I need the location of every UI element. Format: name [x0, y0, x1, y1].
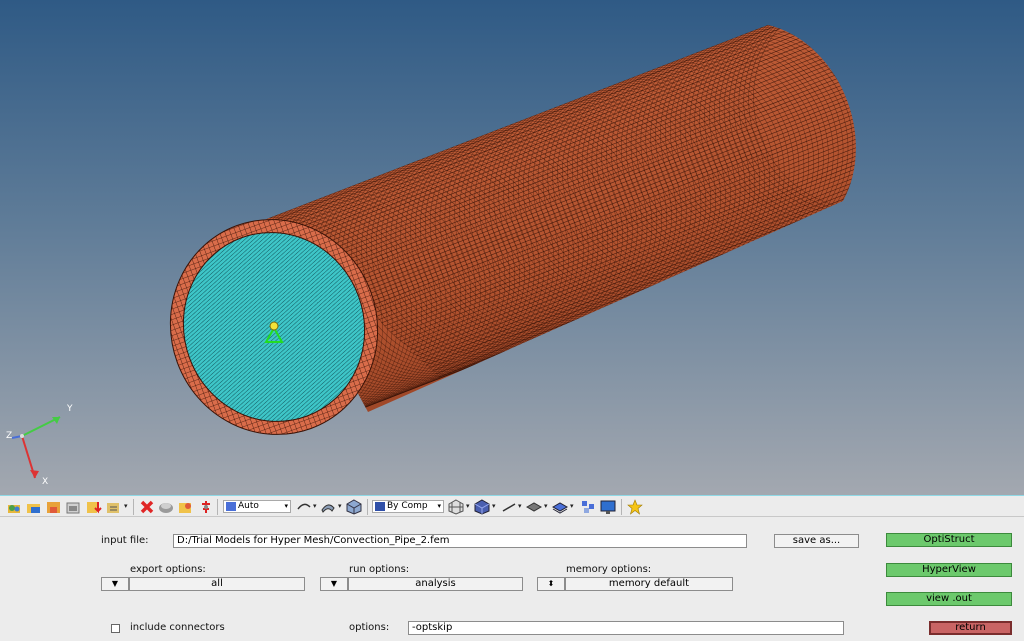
- chevron-down-icon: ▾: [284, 502, 288, 510]
- graphics-viewport[interactable]: Y Z X: [0, 0, 1024, 495]
- auto-dropdown-value: Auto: [238, 501, 259, 511]
- memory-options-toggle[interactable]: ⬍: [537, 577, 565, 591]
- include-connectors-checkbox[interactable]: [111, 624, 120, 633]
- chevron-down-icon[interactable]: ▾: [570, 502, 574, 510]
- export-options-label: export options:: [130, 564, 206, 575]
- axis-triad: [11, 416, 61, 479]
- chevron-down-icon: ▼: [111, 579, 119, 588]
- options-label: options:: [349, 622, 390, 633]
- chevron-down-icon[interactable]: ▾: [518, 502, 522, 510]
- export-icon[interactable]: [86, 499, 102, 515]
- chevron-down-icon[interactable]: ▾: [124, 502, 128, 510]
- chevron-down-icon[interactable]: ▾: [466, 502, 470, 510]
- optistruct-panel: input file: D:/Trial Models for Hyper Me…: [0, 517, 1024, 641]
- print-icon[interactable]: [66, 499, 82, 515]
- input-file-label: input file:: [101, 535, 149, 546]
- memory-options-select[interactable]: memory default: [565, 577, 733, 591]
- chevron-down-icon[interactable]: ▾: [544, 502, 548, 510]
- memory-options-label: memory options:: [566, 564, 652, 575]
- model-view: [11, 25, 856, 479]
- up-down-arrow-icon: ⬍: [547, 579, 555, 588]
- by-comp-icon: [375, 502, 385, 511]
- connector-icon[interactable]: [580, 499, 596, 515]
- save-model-icon[interactable]: [46, 499, 62, 515]
- run-options-label: run options:: [349, 564, 410, 575]
- edges-icon[interactable]: [296, 499, 312, 515]
- wireframe-icon[interactable]: [320, 499, 336, 515]
- toolbar-divider: [133, 499, 134, 515]
- chevron-down-icon[interactable]: ▾: [313, 502, 317, 510]
- monitor-icon[interactable]: [600, 499, 616, 515]
- axis-x-label: X: [42, 477, 49, 487]
- line-display-icon[interactable]: [501, 499, 517, 515]
- save-as-button[interactable]: save as...: [774, 534, 859, 548]
- chevron-down-icon: ▼: [330, 579, 338, 588]
- mesh-display-icon[interactable]: [448, 499, 464, 515]
- color-mode-dropdown-value: By Comp: [387, 501, 428, 511]
- toolbar-divider: [621, 499, 622, 515]
- shade-icon[interactable]: [346, 499, 362, 515]
- reset-icon[interactable]: [198, 499, 214, 515]
- auto-dropdown[interactable]: Auto ▾: [223, 500, 291, 513]
- toolbar-divider: [217, 499, 218, 515]
- run-options-select[interactable]: analysis: [348, 577, 523, 591]
- delete-icon[interactable]: [139, 499, 155, 515]
- include-connectors-label: include connectors: [130, 622, 225, 633]
- chevron-down-icon[interactable]: ▾: [338, 502, 342, 510]
- open-model-icon[interactable]: [6, 499, 22, 515]
- options-field[interactable]: -optskip: [408, 621, 844, 635]
- chevron-down-icon: ▾: [437, 502, 441, 510]
- chevron-down-icon[interactable]: ▾: [492, 502, 496, 510]
- view-out-button[interactable]: view .out: [886, 592, 1012, 606]
- export-options-select[interactable]: all: [129, 577, 305, 591]
- find-icon[interactable]: [178, 499, 194, 515]
- return-button[interactable]: return: [929, 621, 1012, 635]
- optistruct-button[interactable]: OptiStruct: [886, 533, 1012, 547]
- input-file-field[interactable]: D:/Trial Models for Hyper Mesh/Convectio…: [173, 534, 747, 548]
- hyperview-button[interactable]: HyperView: [886, 563, 1012, 577]
- export-options-toggle[interactable]: ▼: [101, 577, 129, 591]
- layer-icon[interactable]: [552, 499, 568, 515]
- mask-icon[interactable]: [158, 499, 174, 515]
- axis-y-label: Y: [67, 404, 73, 414]
- import-icon[interactable]: [26, 499, 42, 515]
- solver-tool-icon[interactable]: [106, 499, 122, 515]
- favorites-icon[interactable]: [627, 499, 643, 515]
- element-display-icon[interactable]: [474, 499, 490, 515]
- run-options-toggle[interactable]: ▼: [320, 577, 348, 591]
- color-mode-dropdown[interactable]: By Comp ▾: [372, 500, 444, 513]
- toolbar-divider: [367, 499, 368, 515]
- axis-z-label: Z: [6, 431, 13, 441]
- visualization-toolbar: ▾ Auto ▾ ▾ ▾ By Comp ▾ ▾ ▾ ▾ ▾ ▾: [0, 495, 1024, 517]
- plane-display-icon[interactable]: [526, 499, 542, 515]
- view-icon: [226, 502, 236, 511]
